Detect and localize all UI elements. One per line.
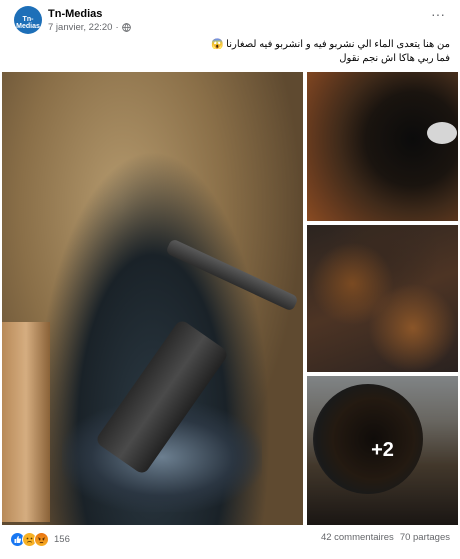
page-name[interactable]: Tn-Medias <box>48 8 102 20</box>
more-photos-overlay[interactable]: +2 <box>307 376 458 525</box>
avatar-logo-text: Tn-Medias <box>16 16 40 30</box>
post-text-line-2: فما ربي هاكا اش نجم نقول <box>339 53 450 64</box>
shares-count[interactable]: 70 partages <box>400 532 450 543</box>
more-photos-count: +2 <box>371 439 394 461</box>
photo-pipe-shape <box>165 238 299 312</box>
more-options-icon[interactable]: ··· <box>430 7 446 22</box>
photo-pipe-interior-2[interactable] <box>307 225 458 372</box>
reactions-summary[interactable]: 156 <box>10 532 70 547</box>
photo-main-excavation[interactable] <box>2 72 303 525</box>
engagement-stats: 42 commentaires 70 partages <box>321 532 450 543</box>
photo-person-shape <box>2 322 50 522</box>
post-meta: 7 janvier, 22:20 · <box>48 22 131 33</box>
reaction-count: 156 <box>54 534 70 545</box>
globe-icon <box>121 23 131 32</box>
post-header: Tn-Medias Tn-Medias 7 janvier, 22:20 · ·… <box>10 6 450 36</box>
post-card: Tn-Medias Tn-Medias 7 janvier, 22:20 · ·… <box>0 0 460 559</box>
post-text-line-1: من هنا يتعدى الماء الي نشربو فيه و انشرب… <box>210 39 450 50</box>
avatar[interactable]: Tn-Medias <box>14 6 42 34</box>
photo-grid: +2 <box>2 72 458 525</box>
photo-pipe-interior-1[interactable] <box>307 72 458 221</box>
angry-icon <box>34 532 49 547</box>
photo-pipe-opening-shape <box>427 122 457 144</box>
post-footer: 156 42 commentaires 70 partages <box>10 532 450 550</box>
post-text: من هنا يتعدى الماء الي نشربو فيه و انشرب… <box>10 38 450 66</box>
comments-count[interactable]: 42 commentaires <box>321 532 394 543</box>
meta-separator: · <box>115 22 119 33</box>
post-timestamp[interactable]: 7 janvier, 22:20 <box>48 22 112 33</box>
